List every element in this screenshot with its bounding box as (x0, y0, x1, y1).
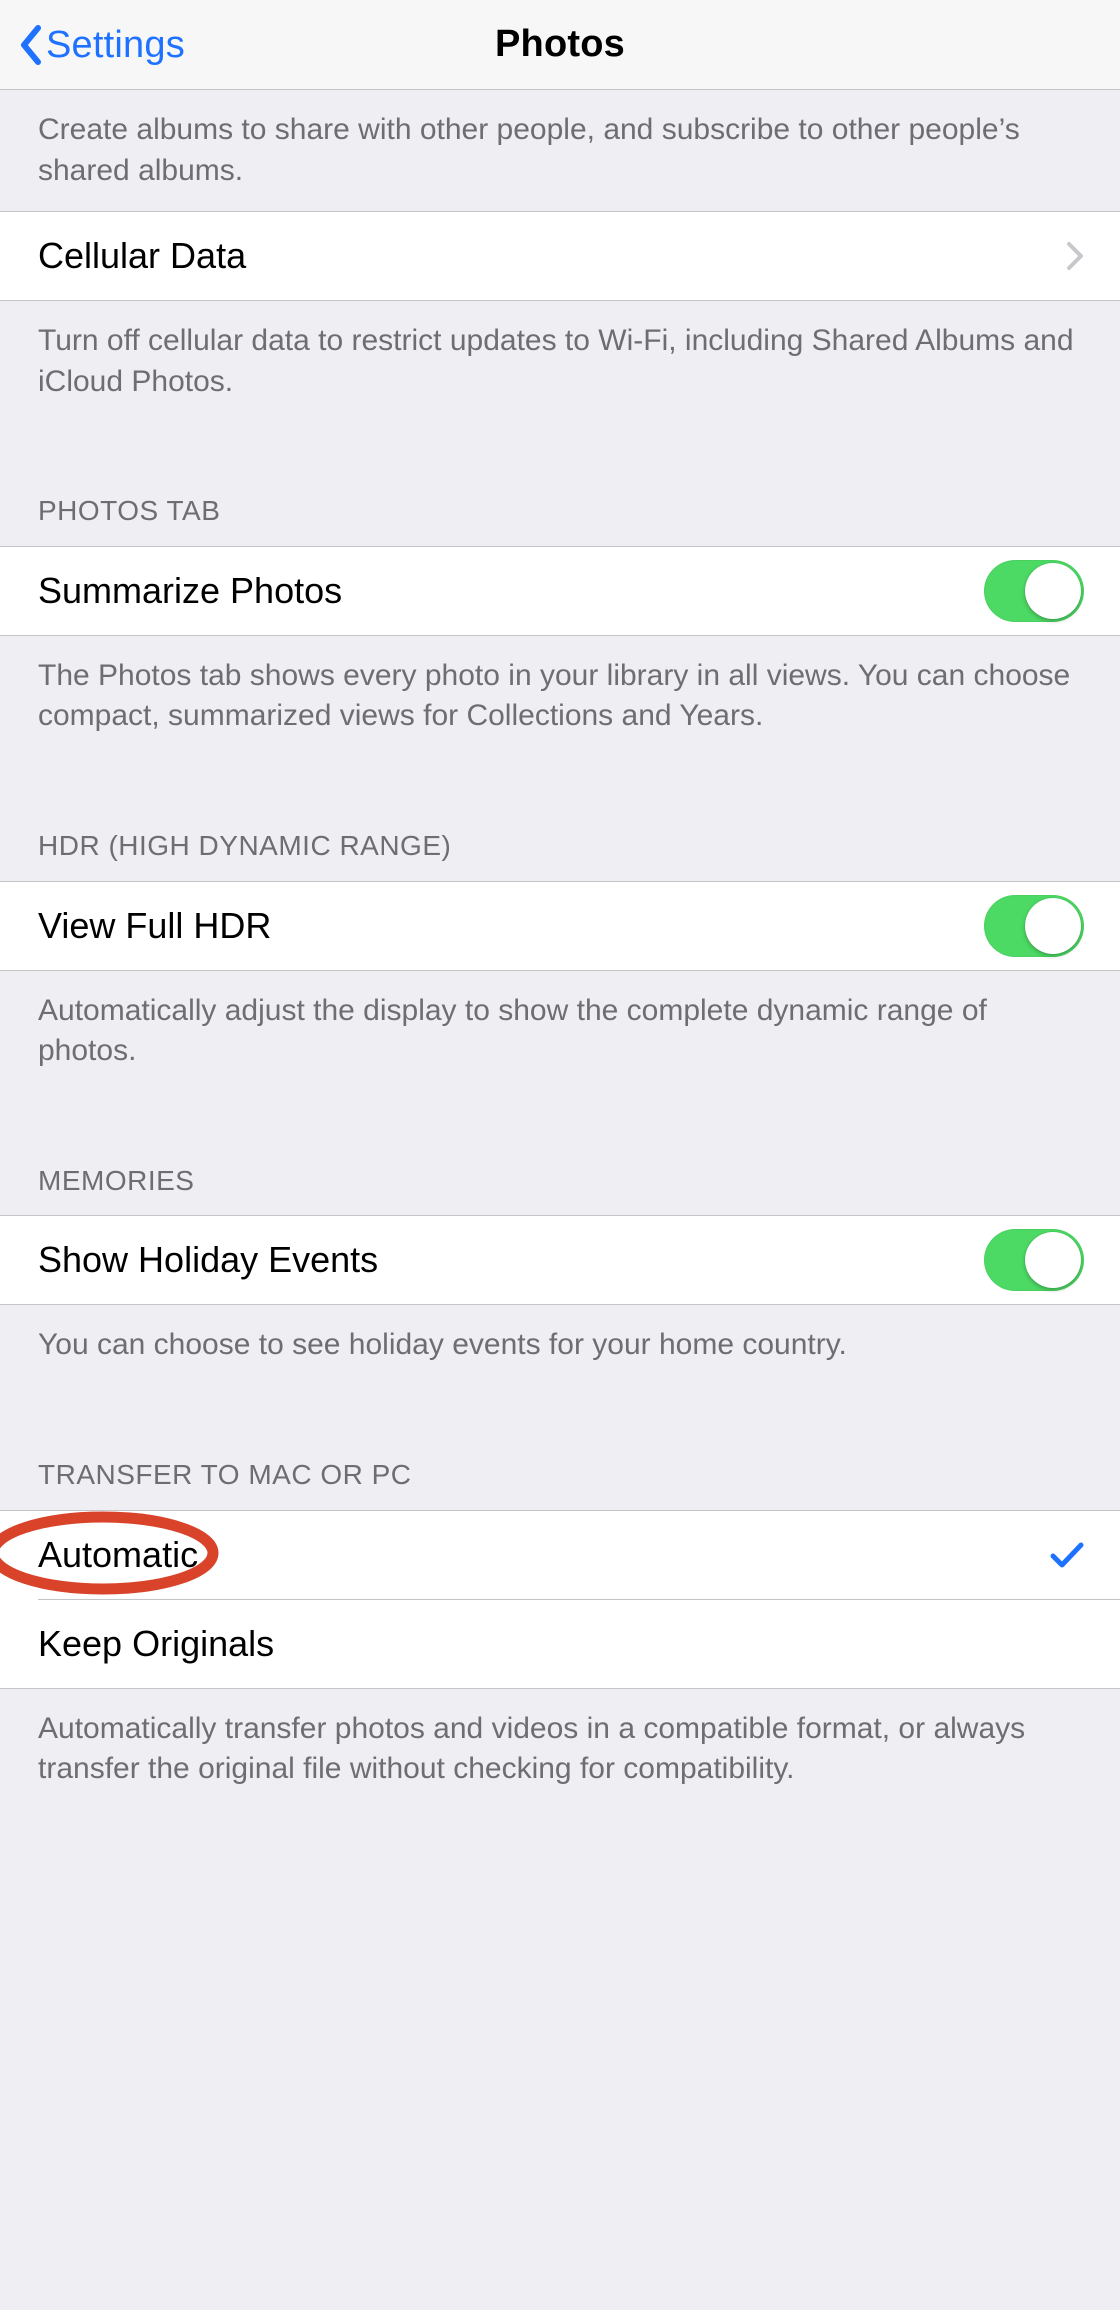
cellular-data-group: Cellular Data (0, 211, 1120, 301)
memories-group: Show Holiday Events (0, 1215, 1120, 1305)
page-title: Photos (495, 23, 625, 66)
show-holiday-events-label: Show Holiday Events (38, 1239, 984, 1281)
chevron-right-icon (1066, 241, 1084, 271)
cellular-data-label: Cellular Data (38, 235, 1066, 277)
hdr-header: HDR (HIGH DYNAMIC RANGE) (0, 757, 1120, 881)
memories-footer: You can choose to see holiday events for… (0, 1305, 1120, 1386)
summarize-photos-label: Summarize Photos (38, 570, 984, 612)
keep-originals-label: Keep Originals (38, 1623, 1084, 1665)
view-full-hdr-label: View Full HDR (38, 905, 984, 947)
transfer-group: Automatic Keep Originals (0, 1510, 1120, 1689)
keep-originals-row[interactable]: Keep Originals (0, 1600, 1120, 1688)
view-full-hdr-row[interactable]: View Full HDR (0, 882, 1120, 970)
navigation-bar: Settings Photos (0, 0, 1120, 90)
hdr-footer: Automatically adjust the display to show… (0, 971, 1120, 1092)
hdr-group: View Full HDR (0, 881, 1120, 971)
automatic-row[interactable]: Automatic (0, 1511, 1120, 1599)
cellular-data-footer: Turn off cellular data to restrict updat… (0, 301, 1120, 422)
chevron-left-icon (18, 24, 42, 66)
show-holiday-events-toggle[interactable] (984, 1229, 1084, 1291)
photos-tab-header: PHOTOS TAB (0, 422, 1120, 546)
transfer-footer: Automatically transfer photos and videos… (0, 1689, 1120, 1810)
cellular-data-row[interactable]: Cellular Data (0, 212, 1120, 300)
shared-albums-footer: Create albums to share with other people… (0, 90, 1120, 211)
summarize-photos-row[interactable]: Summarize Photos (0, 547, 1120, 635)
memories-header: MEMORIES (0, 1092, 1120, 1216)
view-full-hdr-toggle[interactable] (984, 895, 1084, 957)
show-holiday-events-row[interactable]: Show Holiday Events (0, 1216, 1120, 1304)
back-button[interactable]: Settings (18, 0, 185, 90)
transfer-header: TRANSFER TO MAC OR PC (0, 1386, 1120, 1510)
summarize-photos-toggle[interactable] (984, 560, 1084, 622)
photos-tab-footer: The Photos tab shows every photo in your… (0, 636, 1120, 757)
automatic-label: Automatic (38, 1534, 1050, 1576)
checkmark-icon (1050, 1541, 1084, 1569)
photos-tab-group: Summarize Photos (0, 546, 1120, 636)
back-label: Settings (46, 24, 185, 67)
